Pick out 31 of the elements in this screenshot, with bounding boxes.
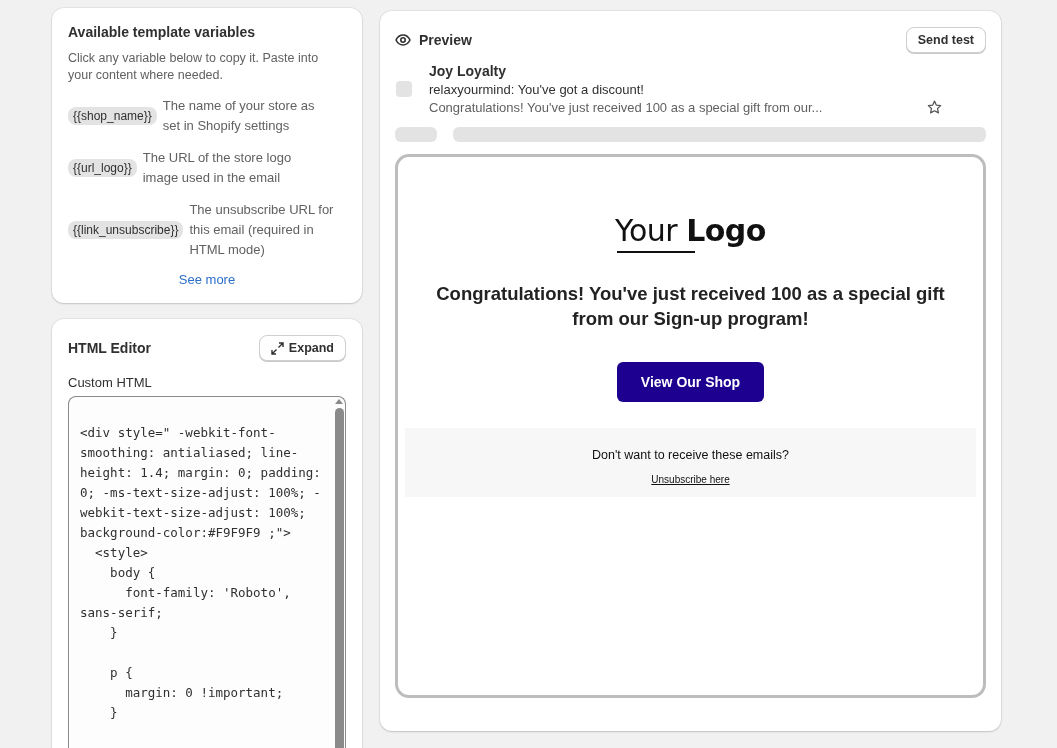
variable-description: The URL of the store logo image used in the email (142, 149, 293, 187)
card-description: Click any variable below to copy it. Paste into your content where needed. (68, 50, 320, 84)
email-subject: relaxyourmind: You've got a discount! (429, 82, 645, 97)
view-shop-button[interactable]: View Our Shop (616, 362, 765, 402)
sender-name: Joy Loyalty (429, 63, 508, 79)
scrollbar-thumb[interactable] (334, 408, 344, 748)
field-label: Custom HTML (68, 375, 153, 390)
card-title: Preview (419, 32, 472, 48)
email-headline: Congratulations! You've just received 100 as a special gift from our Sign-up program! (435, 282, 946, 331)
expand-icon (270, 341, 284, 355)
checkbox-placeholder (396, 81, 412, 97)
code-text: <div style=" -webkit-font- smoothing: antialiased; line- height: 1.4; margin: 0; padding: 0; -ms-text-size-adjust: 100%; - webkit-text-size-adjust: 100%; background-color:#F9F9F9 ;"> <style> body { font-family: 'Roboto', sans-serif; } p { margin: 0 !important; } (79, 424, 322, 722)
footer-text: Don't want to receive these emails? (592, 448, 789, 462)
variable-chip[interactable]: {{url_logo}} (68, 159, 137, 177)
scroll-up-icon[interactable] (334, 397, 344, 405)
unsubscribe-link[interactable]: Unsubscribe here (651, 474, 730, 485)
variable-chip[interactable]: {{link_unsubscribe}} (68, 221, 184, 239)
variable-chip[interactable]: {{shop_name}} (68, 107, 157, 125)
expand-button[interactable]: Expand (258, 335, 346, 361)
eye-icon (395, 34, 411, 46)
star-icon[interactable] (927, 100, 942, 115)
variable-description: The unsubscribe URL for this email (required in HTML mode) (189, 201, 335, 259)
code-editor-field[interactable] (68, 396, 346, 748)
see-more-link[interactable]: See more (68, 272, 346, 287)
send-test-button[interactable]: Send test (905, 27, 986, 53)
logo: Your Logo (615, 213, 766, 248)
variable-description: The name of your store as set in Shopify settings (162, 97, 316, 135)
card-title: HTML Editor (68, 340, 151, 356)
card-title: Available template variables (68, 24, 257, 40)
skeleton-bar (395, 127, 437, 142)
email-snippet: Congratulations! You've just received 100 as a special gift from our... (429, 100, 823, 115)
